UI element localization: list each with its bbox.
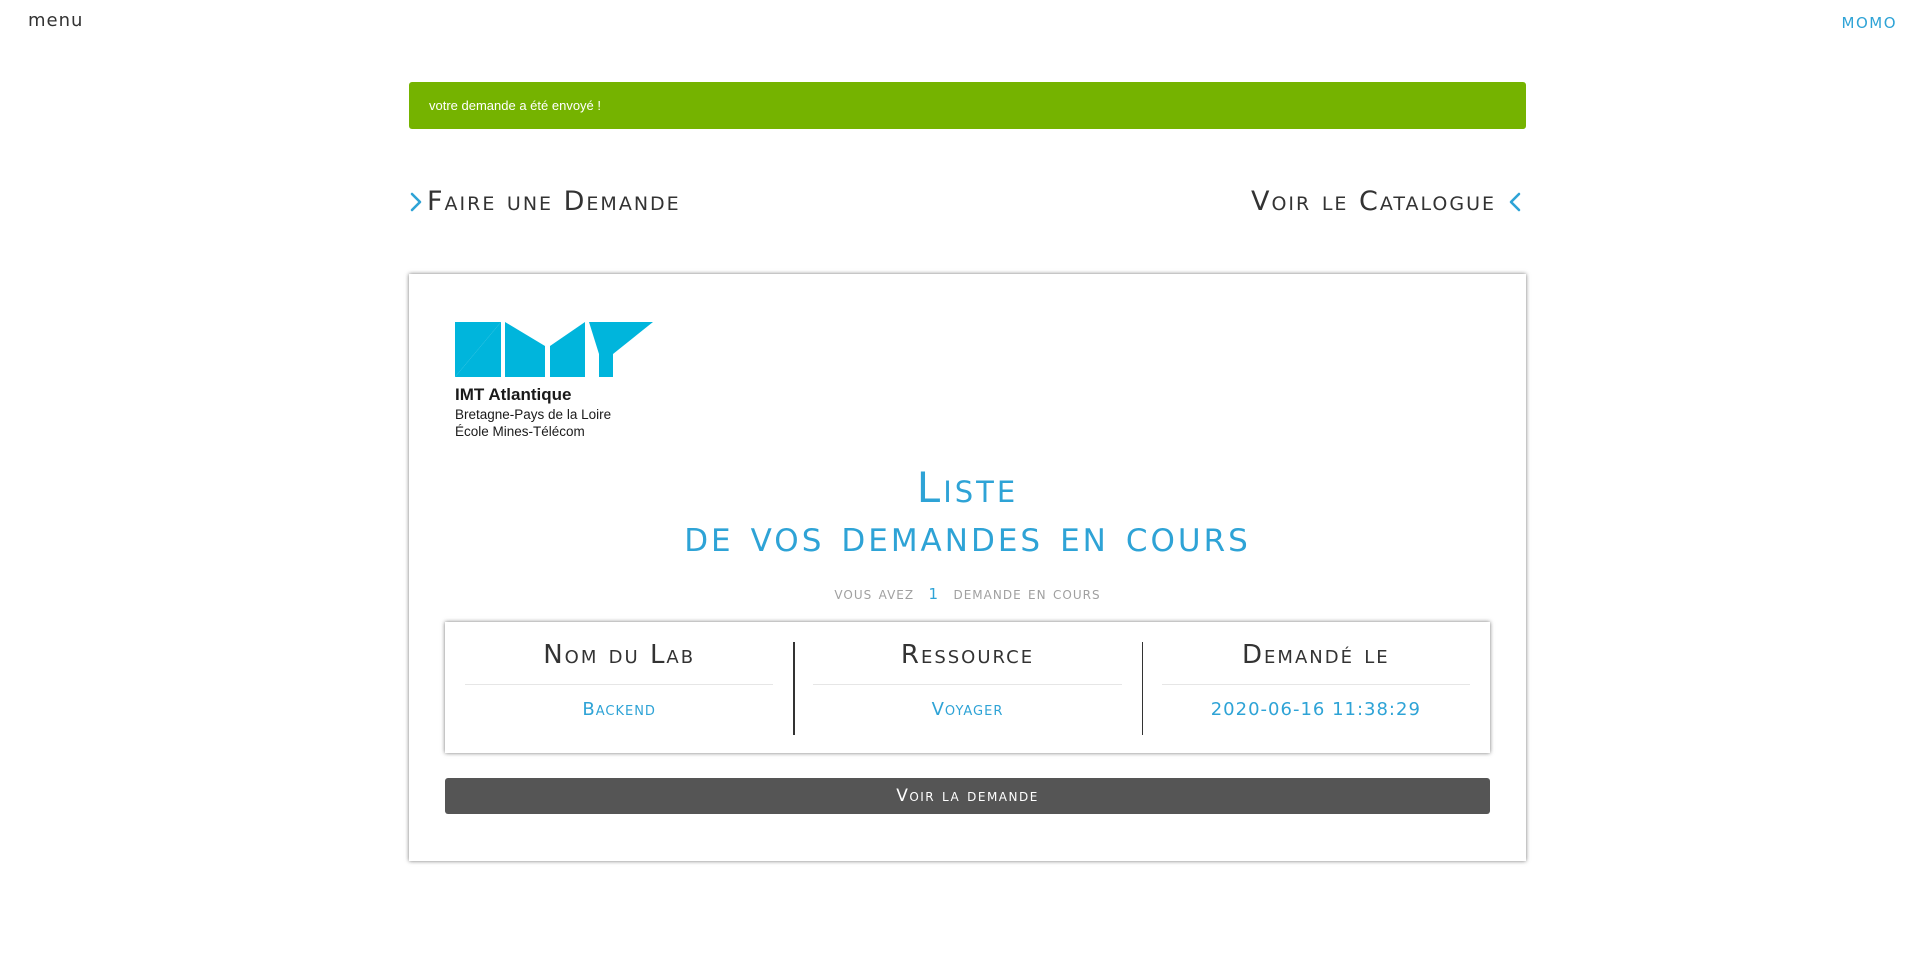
chevron-right-icon xyxy=(409,189,427,215)
request-column-lab: Nom du Lab Backend xyxy=(445,622,793,753)
logo-name: IMT Atlantique xyxy=(455,385,572,404)
lab-name-value: Backend xyxy=(582,699,656,720)
make-request-label: Faire une Demande xyxy=(427,186,681,217)
logo-subtitle-school: École Mines-Télécom xyxy=(455,424,585,439)
request-count-text: vous avez 1 demande en cours xyxy=(409,584,1526,604)
resource-header: Ressource xyxy=(813,640,1122,685)
top-bar: menu MOMO xyxy=(0,0,1919,50)
view-catalogue-link[interactable]: Voir le Catalogue xyxy=(1251,186,1526,217)
count-prefix: vous avez xyxy=(834,584,915,604)
request-count: 1 xyxy=(928,585,940,603)
list-title: Liste de vos demandes en cours xyxy=(409,464,1526,562)
requests-card: IMT Atlantique Bretagne-Pays de la Loire… xyxy=(409,274,1526,861)
request-summary: Nom du Lab Backend Ressource Voyager Dem… xyxy=(445,622,1490,753)
menu-link[interactable]: menu xyxy=(28,10,83,31)
chevron-left-icon xyxy=(1508,189,1526,215)
view-catalogue-label: Voir le Catalogue xyxy=(1251,186,1496,217)
request-date-header: Demandé le xyxy=(1161,640,1470,685)
count-suffix: demande en cours xyxy=(953,584,1101,604)
imt-logo-mark xyxy=(455,322,653,377)
user-menu-link[interactable]: MOMO xyxy=(1842,14,1898,32)
request-date-value: 2020-06-16 11:38:29 xyxy=(1210,699,1421,720)
success-alert: votre demande a été envoyé ! xyxy=(409,82,1526,129)
list-title-line2: de vos demandes en cours xyxy=(684,511,1251,562)
navigation-row: Faire une Demande Voir le Catalogue xyxy=(409,186,1526,226)
resource-value: Voyager xyxy=(931,699,1004,720)
request-column-date: Demandé le 2020-06-16 11:38:29 xyxy=(1141,622,1490,753)
request-column-resource: Ressource Voyager xyxy=(793,622,1141,753)
list-title-line1: Liste xyxy=(916,463,1019,512)
view-request-button[interactable]: Voir la demande xyxy=(445,778,1490,814)
imt-atlantique-logo: IMT Atlantique Bretagne-Pays de la Loire… xyxy=(455,322,655,447)
logo-subtitle-region: Bretagne-Pays de la Loire xyxy=(455,407,612,422)
lab-name-header: Nom du Lab xyxy=(465,640,774,685)
alert-message: votre demande a été envoyé ! xyxy=(429,98,602,113)
make-request-link[interactable]: Faire une Demande xyxy=(409,186,681,217)
